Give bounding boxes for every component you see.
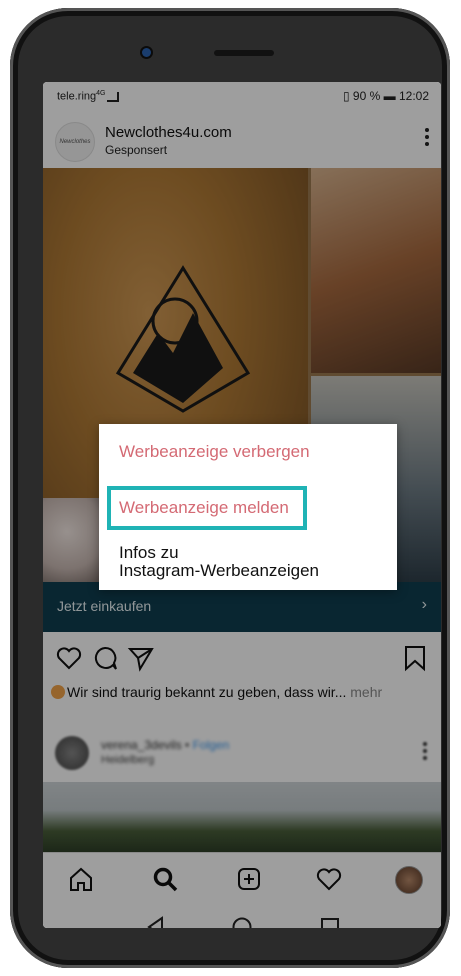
phone-frame: tele.ring4G ▯ 90 % ▬ 12:02 Newclothes Ne… [10, 8, 450, 968]
earpiece-speaker [214, 50, 274, 56]
ad-info-option[interactable]: Infos zu Instagram-Werbeanzeigen [119, 544, 319, 580]
ad-info-line2: Instagram-Werbeanzeigen [119, 561, 320, 580]
report-ad-option[interactable]: Werbeanzeige melden [119, 498, 289, 518]
front-camera [142, 48, 151, 57]
ad-info-line1: Infos zu [119, 543, 179, 562]
ad-options-menu: Werbeanzeige verbergen Werbeanzeige meld… [99, 424, 397, 590]
hide-ad-option[interactable]: Werbeanzeige verbergen [119, 442, 310, 462]
screen: tele.ring4G ▯ 90 % ▬ 12:02 Newclothes Ne… [43, 82, 441, 928]
